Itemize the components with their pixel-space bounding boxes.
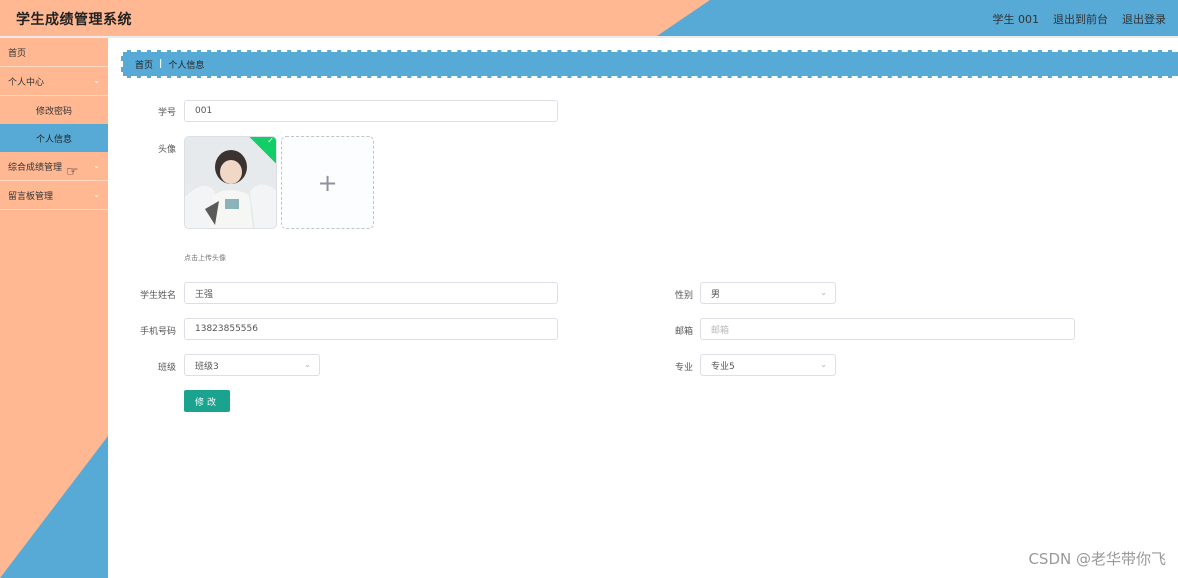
gender-label: 性别	[674, 291, 693, 301]
submit-update-button[interactable]: 修改	[184, 390, 230, 412]
student-id-input[interactable]: 001	[184, 100, 558, 122]
student-id-label: 学号	[157, 108, 176, 118]
sidebar-subitem-label: 修改密码	[35, 106, 72, 117]
app-title: 学生成绩管理系统	[16, 12, 132, 28]
email-input[interactable]: 邮箱	[700, 318, 1075, 340]
sidebar-item-score-management[interactable]: 综合成绩管理 ⌄	[0, 152, 108, 181]
chevron-down-icon: ⌄	[304, 360, 311, 369]
logout-link[interactable]: 退出登录	[1122, 11, 1166, 27]
chevron-down-icon: ⌄	[820, 288, 827, 297]
upload-hint: 点击上传头像	[184, 254, 226, 262]
current-user-label: 学生 001	[992, 13, 1040, 26]
breadcrumb-current: 个人信息	[168, 60, 205, 71]
class-select[interactable]: 班级3 ⌄	[184, 354, 320, 376]
sidebar-item-label: 综合成绩管理	[8, 162, 63, 173]
class-label: 班级	[157, 363, 176, 373]
header-actions: 学生 001 退出到前台 退出登录	[993, 11, 1167, 27]
plus-icon: +	[317, 168, 338, 197]
chevron-down-icon: ⌄	[93, 190, 100, 199]
phone-input[interactable]: 13823855556	[184, 318, 558, 340]
sidebar-item-message-board[interactable]: 留言板管理 ⌄	[0, 181, 108, 210]
sidebar-subitem-label: 个人信息	[35, 134, 72, 145]
chevron-down-icon: ⌄	[820, 360, 827, 369]
sidebar-item-label: 留言板管理	[8, 191, 54, 202]
watermark: CSDN @老华带你飞	[1028, 550, 1166, 568]
major-label: 专业	[674, 363, 693, 373]
phone-value: 13823855556	[195, 324, 258, 334]
sidebar: 首页 个人中心 ⌄ 修改密码 个人信息 综合成绩管理 ⌄ 留言板管理 ⌄ ☞	[0, 38, 108, 578]
breadcrumb-separator: |	[159, 59, 163, 69]
student-name-label: 学生姓名	[139, 291, 176, 301]
sidebar-item-label: 个人中心	[8, 77, 45, 88]
upload-avatar-button[interactable]: +	[281, 136, 374, 229]
chevron-down-icon: ⌄	[93, 76, 100, 85]
sidebar-item-personal-center[interactable]: 个人中心 ⌄	[0, 67, 108, 96]
sidebar-item-label: 首页	[8, 48, 27, 59]
exit-to-front-link[interactable]: 退出到前台	[1053, 11, 1108, 27]
class-value: 班级3	[195, 361, 219, 372]
top-header: 学生成绩管理系统 学生 001 退出到前台 退出登录	[0, 0, 1178, 36]
gender-select[interactable]: 男 ⌄	[700, 282, 836, 304]
sidebar-subitem-change-password[interactable]: 修改密码	[0, 96, 108, 124]
phone-label: 手机号码	[139, 327, 176, 337]
major-select[interactable]: 专业5 ⌄	[700, 354, 836, 376]
check-icon: ✓	[267, 136, 274, 145]
breadcrumb: 首页 | 个人信息	[121, 50, 1178, 78]
email-label: 邮箱	[674, 327, 693, 337]
sidebar-item-home[interactable]: 首页	[0, 38, 108, 67]
header-shadow	[0, 36, 1178, 38]
gender-value: 男	[711, 289, 721, 300]
student-name-input[interactable]: 王强	[184, 282, 558, 304]
student-id-value: 001	[195, 106, 213, 116]
sidebar-subitem-personal-info[interactable]: 个人信息	[0, 124, 108, 152]
breadcrumb-home[interactable]: 首页	[135, 58, 153, 71]
student-name-value: 王强	[195, 289, 214, 300]
email-placeholder: 邮箱	[711, 325, 730, 336]
avatar-label: 头像	[157, 145, 176, 155]
hand-cursor-icon: ☞	[66, 164, 79, 180]
chevron-down-icon: ⌄	[93, 161, 100, 170]
major-value: 专业5	[711, 361, 735, 372]
avatar-preview[interactable]: ✓	[184, 136, 277, 229]
